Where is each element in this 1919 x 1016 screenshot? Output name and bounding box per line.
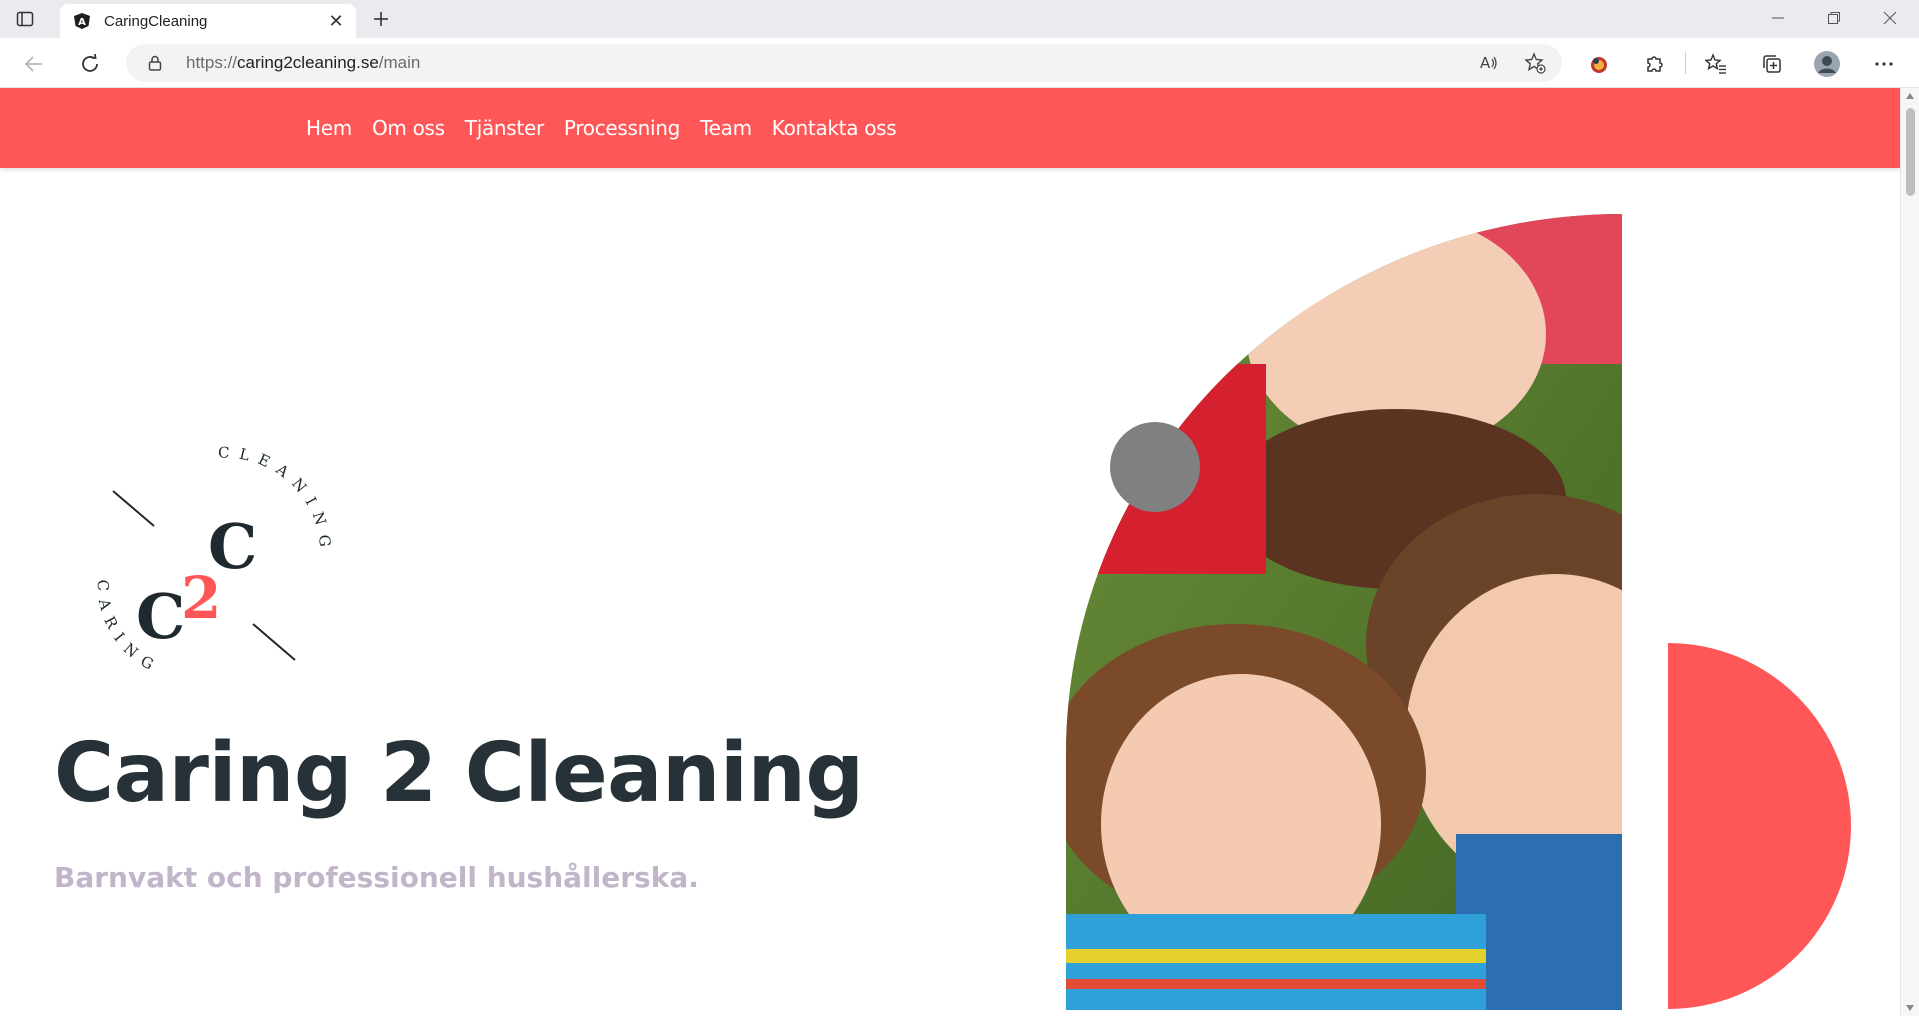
decorative-red-half-circle [1668,643,1851,1009]
new-tab-button[interactable] [368,6,394,32]
tab-actions-icon[interactable] [14,8,36,30]
close-window-icon[interactable] [1862,0,1918,36]
url-scheme: https:// [186,53,238,72]
puzzle-icon[interactable] [1640,50,1668,78]
minimize-icon[interactable] [1750,0,1806,36]
site-navbar: Hem Om oss Tjänster Processning Team Kon… [0,88,1900,168]
favorites-icon[interactable] [1702,50,1730,78]
collections-icon[interactable] [1758,50,1786,78]
angular-icon: A [72,11,92,31]
browser-tab[interactable]: A CaringCleaning ✕ [60,4,356,38]
scroll-down-arrow-icon[interactable] [1905,1004,1915,1012]
nav-link-hem[interactable]: Hem [306,116,352,140]
caring2cleaning-logo: CLEANING CARING C C 2 [93,443,325,677]
back-arrow-icon[interactable] [20,50,48,78]
nav-link-kontakta-oss[interactable]: Kontakta oss [772,116,897,140]
browser-toolbar: https://caring2cleaning.se/main A [0,38,1919,88]
address-bar[interactable]: https://caring2cleaning.se/main A [126,44,1562,82]
refresh-icon[interactable] [76,50,104,78]
add-favorite-icon[interactable] [1524,52,1546,74]
close-tab-icon[interactable]: ✕ [324,9,348,33]
decorative-grey-circle [1110,422,1200,512]
scrollbar-thumb[interactable] [1906,108,1915,196]
web-page: Hem Om oss Tjänster Processning Team Kon… [0,88,1900,1016]
page-scrollbar[interactable] [1900,88,1919,1016]
restore-icon[interactable] [1806,0,1862,36]
hero-subtitle: Barnvakt och professionell hushållerska. [54,861,699,894]
nav-link-tjanster[interactable]: Tjänster [465,116,544,140]
hero-title: Caring 2 Cleaning [54,726,864,821]
svg-text:A: A [1480,54,1491,72]
nav-link-om-oss[interactable]: Om oss [372,116,445,140]
logo-number: 2 [181,564,221,632]
nav-link-team[interactable]: Team [700,116,752,140]
logo-letter-lower: C [136,580,185,653]
hero-photo [1066,214,1622,1010]
profile-avatar[interactable] [1813,50,1841,78]
extension-icon[interactable] [1585,50,1613,78]
nav-link-processning[interactable]: Processning [564,116,680,140]
url-path: /main [378,53,421,72]
lock-icon[interactable] [146,54,164,72]
tab-title: CaringCleaning [104,12,208,30]
svg-text:A: A [78,17,86,28]
url-text: https://caring2cleaning.se/main [186,53,420,73]
url-host: caring2cleaning.se [237,53,379,72]
nav-links: Hem Om oss Tjänster Processning Team Kon… [306,88,897,168]
read-aloud-icon[interactable]: A [1478,52,1500,74]
browser-tab-bar: A CaringCleaning ✕ [0,0,1919,38]
scroll-up-arrow-icon[interactable] [1905,92,1915,100]
more-icon[interactable] [1870,50,1898,78]
toolbar-separator [1685,52,1686,74]
